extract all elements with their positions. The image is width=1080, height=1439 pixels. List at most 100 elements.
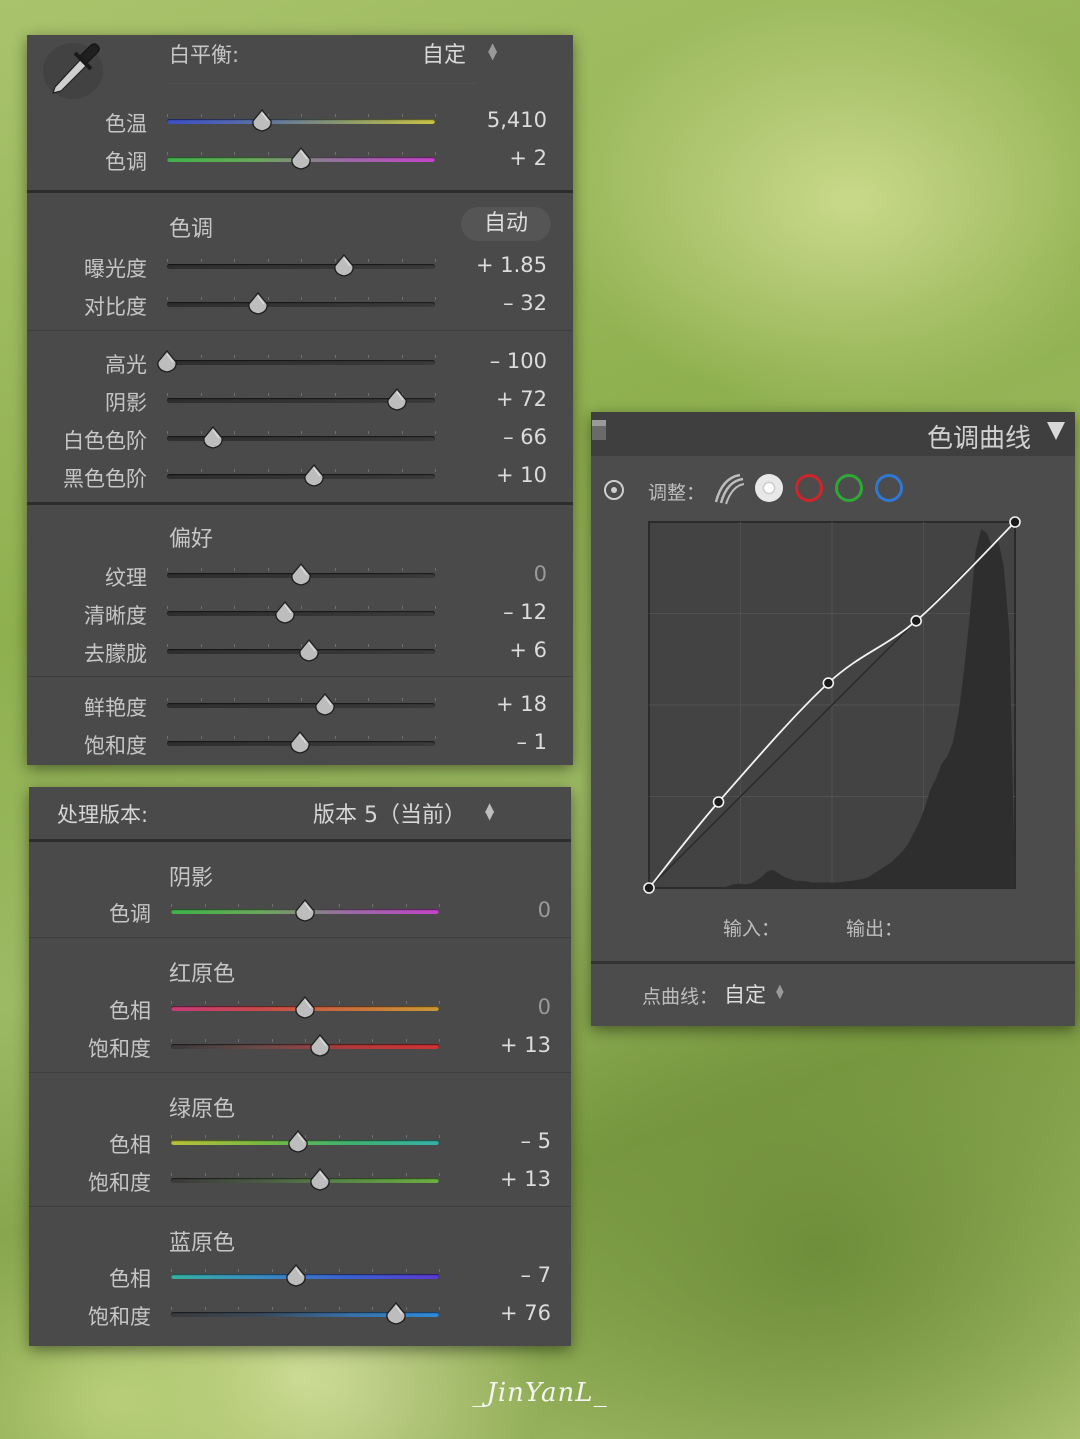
- slider-thumb[interactable]: [290, 563, 312, 587]
- slider-thumb[interactable]: [309, 1168, 331, 1192]
- slider-thumb[interactable]: [287, 1130, 309, 1154]
- slider-thumb[interactable]: [251, 109, 273, 133]
- slider-label: 白色色阶: [63, 429, 147, 453]
- white-balance-select[interactable]: 自定 ▲ ▼: [422, 37, 507, 68]
- slider-label: 色调: [109, 902, 151, 926]
- slider-label: 高光: [105, 353, 147, 377]
- process-version-select[interactable]: 版本 5（当前） ▲ ▼: [313, 797, 503, 829]
- slider-ticks: [171, 1173, 440, 1183]
- curve-point: [1009, 516, 1021, 528]
- blue-primary-title: 蓝原色: [169, 1231, 236, 1256]
- slider-value[interactable]: – 12: [437, 600, 547, 624]
- slider-label: 饱和度: [88, 1171, 151, 1195]
- point-curve-label: 点曲线：: [642, 986, 719, 1008]
- slider-value[interactable]: 0: [441, 995, 551, 1019]
- white-balance-eyedropper-icon[interactable]: [41, 37, 107, 101]
- target-adjustment-icon[interactable]: [604, 480, 624, 500]
- red-channel-icon[interactable]: [795, 474, 823, 502]
- slider-thumb[interactable]: [309, 1034, 331, 1058]
- slider-thumb[interactable]: [156, 350, 178, 374]
- red-primary-title: 红原色: [169, 962, 236, 987]
- slider-ticks: [171, 1039, 440, 1049]
- slider-thumb[interactable]: [274, 601, 296, 625]
- slider-label: 色相: [109, 1133, 151, 1157]
- tone-curve-panel: 色调曲线 调整： 输入： 输出： 点曲线： 自定 ▲ ▼: [591, 412, 1075, 1026]
- basic-panel: 白平衡: 自定 ▲ ▼ 色温 5,410 色调 + 2 色调 自动 曝光度 + 1.85 对…: [27, 35, 573, 765]
- collapse-triangle-icon[interactable]: [1047, 422, 1065, 440]
- slider-value[interactable]: – 7: [441, 1263, 551, 1287]
- slider-thumb[interactable]: [285, 1264, 307, 1288]
- slider-thumb[interactable]: [294, 996, 316, 1020]
- slider-thumb[interactable]: [202, 426, 224, 450]
- slider-value[interactable]: + 2: [437, 146, 547, 170]
- slider-value[interactable]: + 1.85: [437, 253, 547, 277]
- slider-thumb[interactable]: [290, 147, 312, 171]
- slider-ticks: [167, 297, 436, 307]
- slider-thumb[interactable]: [294, 899, 316, 923]
- slider-ticks: [167, 469, 436, 479]
- presence-section-title: 偏好: [169, 527, 214, 552]
- watermark: _JinYanL_: [472, 1378, 608, 1408]
- panel-switch-icon[interactable]: [592, 420, 606, 440]
- slider-ticks: [167, 606, 436, 616]
- tone-curve-graph[interactable]: [643, 516, 1023, 896]
- slider-ticks: [167, 114, 436, 124]
- slider-thumb[interactable]: [289, 731, 311, 755]
- slider-value[interactable]: – 1: [437, 730, 547, 754]
- input-label: 输入：: [723, 918, 781, 940]
- slider-value[interactable]: – 66: [437, 425, 547, 449]
- slider-label: 色调: [105, 150, 147, 174]
- process-version-label: 处理版本:: [57, 803, 149, 827]
- slider-ticks: [167, 259, 436, 269]
- slider-label: 去朦胧: [84, 642, 147, 666]
- slider-thumb[interactable]: [386, 388, 408, 412]
- curve-point: [643, 882, 655, 894]
- slider-thumb[interactable]: [385, 1302, 407, 1326]
- slider-label: 色相: [109, 1267, 151, 1291]
- slider-thumb[interactable]: [303, 464, 325, 488]
- tone-curve-header[interactable]: 色调曲线: [591, 412, 1075, 456]
- slider-label: 鲜艳度: [84, 696, 147, 720]
- slider-label: 纹理: [105, 566, 147, 590]
- slider-value[interactable]: – 100: [437, 349, 547, 373]
- slider-label: 清晰度: [84, 604, 147, 628]
- slider-value[interactable]: + 13: [441, 1167, 551, 1191]
- updown-icon: ▲ ▼: [485, 800, 495, 822]
- parametric-curve-icon[interactable]: [712, 472, 746, 506]
- slider-thumb[interactable]: [298, 639, 320, 663]
- slider-value[interactable]: + 76: [441, 1301, 551, 1325]
- tone-section-title: 色调: [169, 217, 214, 242]
- updown-icon: ▲ ▼: [776, 983, 784, 1001]
- slider-thumb[interactable]: [247, 292, 269, 316]
- slider-label: 黑色色阶: [63, 467, 147, 491]
- slider-value[interactable]: + 6: [437, 638, 547, 662]
- curve-point: [712, 796, 725, 808]
- tone-curve-title: 色调曲线: [926, 424, 1031, 454]
- slider-value[interactable]: – 5: [441, 1129, 551, 1153]
- curve-point: [822, 677, 835, 689]
- slider-value[interactable]: + 18: [437, 692, 547, 716]
- slider-label: 曝光度: [84, 257, 147, 281]
- white-balance-label: 白平衡:: [169, 43, 240, 67]
- slider-value[interactable]: + 10: [437, 463, 547, 487]
- slider-value[interactable]: – 32: [437, 291, 547, 315]
- slider-label: 饱和度: [88, 1037, 151, 1061]
- rgb-channel-icon[interactable]: [755, 474, 783, 502]
- green-primary-title: 绿原色: [169, 1097, 236, 1122]
- slider-ticks: [167, 698, 436, 708]
- curve-point: [910, 615, 922, 627]
- slider-value[interactable]: 5,410: [437, 108, 547, 132]
- slider-label: 阴影: [105, 391, 147, 415]
- slider-value[interactable]: 0: [437, 562, 547, 586]
- slider-value[interactable]: + 13: [441, 1033, 551, 1057]
- tone-auto-button[interactable]: 自动: [461, 207, 551, 241]
- updown-icon: ▲ ▼: [488, 40, 498, 62]
- slider-thumb[interactable]: [333, 254, 355, 278]
- point-curve-select[interactable]: 自定 ▲ ▼: [724, 979, 794, 1007]
- slider-value[interactable]: 0: [441, 898, 551, 922]
- slider-label: 对比度: [84, 295, 147, 319]
- blue-channel-icon[interactable]: [875, 474, 903, 502]
- slider-value[interactable]: + 72: [437, 387, 547, 411]
- slider-thumb[interactable]: [314, 693, 336, 717]
- green-channel-icon[interactable]: [835, 474, 863, 502]
